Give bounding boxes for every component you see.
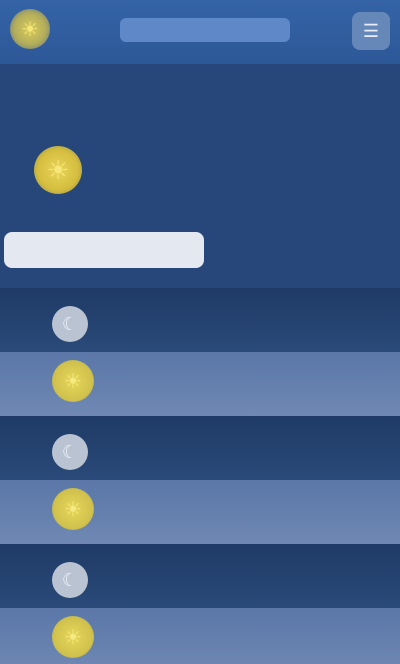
menu-button[interactable]: ☰: [352, 12, 390, 50]
moon-icon: ☾: [52, 306, 88, 342]
app-logo-sun-icon[interactable]: ☀: [10, 9, 50, 49]
sun-icon: ☀: [34, 146, 82, 194]
forecast-day-row[interactable]: ☀: [0, 608, 400, 664]
app-title: [120, 18, 290, 42]
forecast-night-row[interactable]: ☾: [0, 544, 400, 608]
sun-icon: ☀: [52, 360, 94, 402]
today-panel: ☀: [0, 64, 400, 288]
sun-icon: ☀: [52, 488, 94, 530]
tab-inactive[interactable]: [250, 240, 350, 260]
top-bar: ☀ ☰: [0, 0, 400, 64]
menu-icon: ☰: [362, 20, 380, 41]
forecast-night-row[interactable]: ☾: [0, 288, 400, 352]
sun-icon: ☀: [52, 616, 94, 658]
forecast-block: ☾ ☀: [0, 544, 400, 664]
moon-icon: ☾: [52, 434, 88, 470]
tab-active[interactable]: [4, 232, 204, 268]
forecast-block: ☾ ☀: [0, 288, 400, 416]
forecast-day-row[interactable]: ☀: [0, 480, 400, 544]
moon-icon: ☾: [52, 562, 88, 598]
forecast-list: ☾ ☀ ☾ ☀ ☾ ☀: [0, 288, 400, 664]
forecast-block: ☾ ☀: [0, 416, 400, 544]
forecast-day-row[interactable]: ☀: [0, 352, 400, 416]
forecast-night-row[interactable]: ☾: [0, 416, 400, 480]
